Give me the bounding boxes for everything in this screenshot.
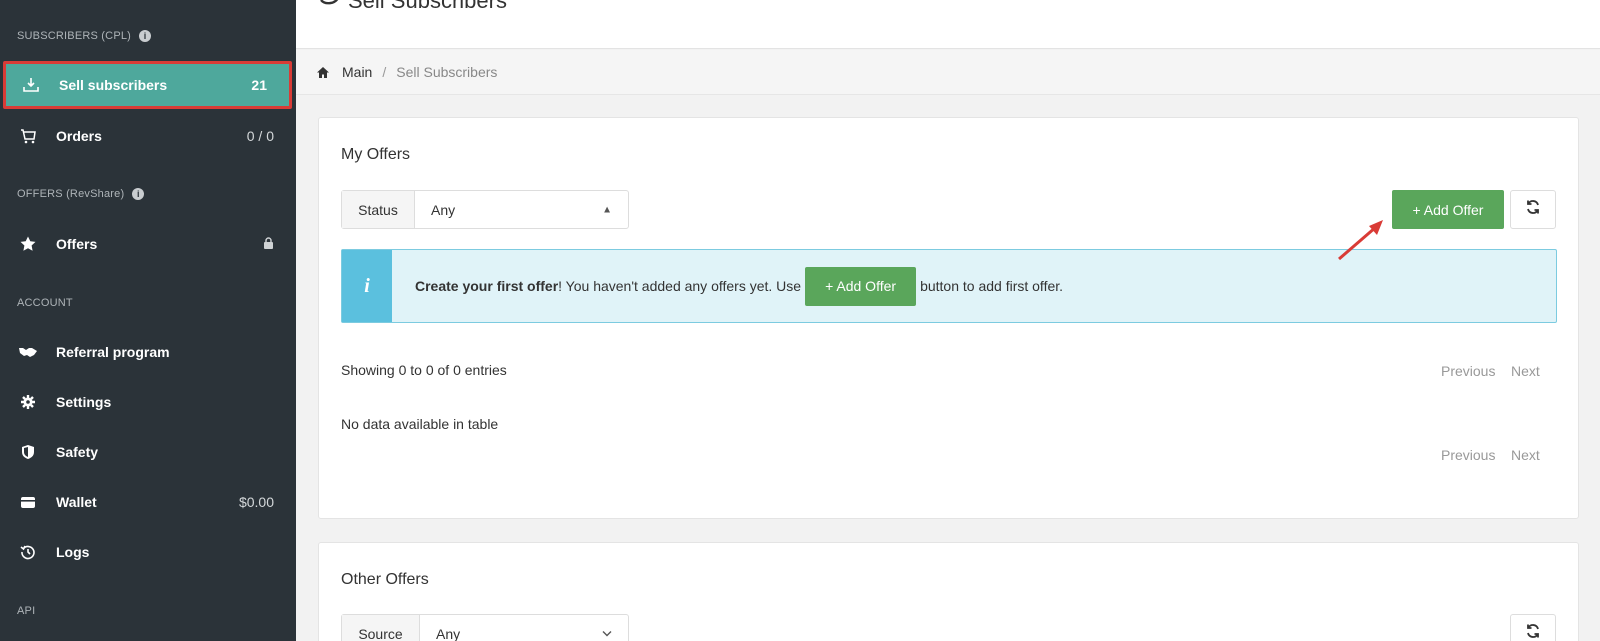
info-icon: i	[342, 250, 392, 322]
page-title-text: Sell Subscribers	[348, 0, 507, 13]
sidebar-item-label: Logs	[56, 544, 90, 560]
button-label: + Add Offer	[825, 278, 897, 294]
download-tray-icon	[21, 75, 41, 95]
sidebar-item-label: Offers	[56, 236, 98, 252]
breadcrumb-current: Sell Subscribers	[396, 64, 498, 80]
previous-button[interactable]: Previous	[1441, 363, 1495, 379]
status-filter[interactable]: Status Any ▲	[341, 190, 629, 229]
next-button[interactable]: Next	[1511, 363, 1540, 379]
select-value: Any	[436, 625, 461, 641]
inline-add-offer-button[interactable]: + Add Offer	[805, 266, 917, 306]
alert-text: ! You haven't added any offers yet. Use	[558, 278, 802, 294]
section-offers-heading: OFFERS (RevShare) i	[17, 188, 145, 200]
page-title-icon	[318, 0, 342, 14]
orders-count: 0 / 0	[246, 128, 274, 144]
handshake-icon	[18, 342, 38, 362]
next-button[interactable]: Next	[1511, 447, 1540, 463]
history-icon	[18, 542, 38, 562]
refresh-button[interactable]	[1510, 614, 1556, 641]
section-label: SUBSCRIBERS (CPL)	[17, 30, 132, 42]
filter-label: Source	[342, 615, 420, 641]
chevron-down-icon	[602, 628, 612, 639]
sidebar-item-logs[interactable]: Logs	[0, 530, 296, 574]
sidebar-item-sell-subscribers[interactable]: Sell subscribers 21	[3, 61, 292, 109]
top-header: Sell Subscribers	[296, 0, 1600, 49]
panel-title: Other Offers	[341, 571, 429, 588]
breadcrumb-main-link[interactable]: Main	[342, 64, 372, 80]
panel-title: My Offers	[341, 146, 411, 163]
section-account-heading: ACCOUNT	[17, 297, 73, 309]
sidebar-item-label: Sell subscribers	[59, 77, 168, 93]
cart-icon	[18, 126, 38, 146]
info-icon[interactable]: i	[139, 30, 152, 42]
info-icon[interactable]: i	[132, 188, 145, 200]
breadcrumb: Main / Sell Subscribers	[296, 50, 1600, 95]
previous-button[interactable]: Previous	[1441, 447, 1495, 463]
count-badge: 21	[251, 77, 267, 93]
sidebar-item-label: Referral program	[56, 344, 170, 360]
wallet-icon	[18, 492, 38, 512]
alert-message: Create your first offer! You haven't add…	[415, 250, 1063, 322]
annotation-arrow-icon	[1338, 220, 1383, 261]
sidebar-item-offers[interactable]: Offers	[0, 222, 296, 266]
button-label: + Add Offer	[1412, 201, 1484, 218]
sidebar-item-referral-program[interactable]: Referral program	[0, 330, 296, 374]
section-api-heading: API	[17, 605, 35, 617]
wallet-balance: $0.00	[238, 494, 274, 510]
sidebar-item-settings[interactable]: Settings	[0, 380, 296, 424]
refresh-button[interactable]	[1510, 190, 1556, 229]
sort-arrows-icon: ▲	[602, 204, 612, 215]
section-label: API	[17, 605, 36, 617]
page-title: Sell Subscribers	[318, 0, 507, 14]
sidebar-item-label: Settings	[56, 394, 112, 410]
entries-info: Showing 0 to 0 of 0 entries	[341, 362, 507, 378]
sidebar-item-label: Orders	[56, 128, 102, 144]
gear-icon	[18, 392, 38, 412]
sidebar: SUBSCRIBERS (CPL) i Sell subscribers 21 …	[0, 0, 296, 641]
status-select[interactable]: Any ▲	[415, 191, 628, 228]
shield-icon	[18, 442, 38, 462]
source-filter[interactable]: Source Any	[341, 614, 629, 641]
breadcrumb-separator: /	[382, 64, 387, 80]
refresh-icon	[1525, 623, 1541, 641]
alert-bold-text: Create your first offer	[415, 278, 559, 294]
sidebar-item-safety[interactable]: Safety	[0, 430, 296, 474]
section-label: OFFERS (RevShare)	[17, 188, 125, 200]
section-subscribers-heading: SUBSCRIBERS (CPL) i	[17, 30, 152, 42]
star-icon	[18, 234, 38, 254]
alert-text: button to add first offer.	[920, 278, 1064, 294]
source-select[interactable]: Any	[420, 615, 628, 641]
empty-table-message: No data available in table	[341, 416, 499, 432]
sidebar-item-label: Safety	[56, 444, 99, 460]
lock-icon	[263, 236, 274, 252]
filter-label: Status	[342, 191, 415, 228]
sidebar-item-orders[interactable]: Orders 0 / 0	[0, 114, 296, 158]
other-offers-panel: Other Offers Source Any	[318, 542, 1579, 641]
sidebar-item-wallet[interactable]: Wallet $0.00	[0, 480, 296, 524]
select-value: Any	[431, 201, 456, 218]
section-label: ACCOUNT	[17, 297, 73, 309]
add-offer-button[interactable]: + Add Offer	[1392, 190, 1504, 229]
home-icon[interactable]	[316, 66, 330, 79]
refresh-icon	[1525, 199, 1541, 220]
my-offers-panel: My Offers Status Any ▲ + Add Offer i Cre…	[318, 117, 1579, 519]
sidebar-item-label: Wallet	[56, 494, 97, 510]
